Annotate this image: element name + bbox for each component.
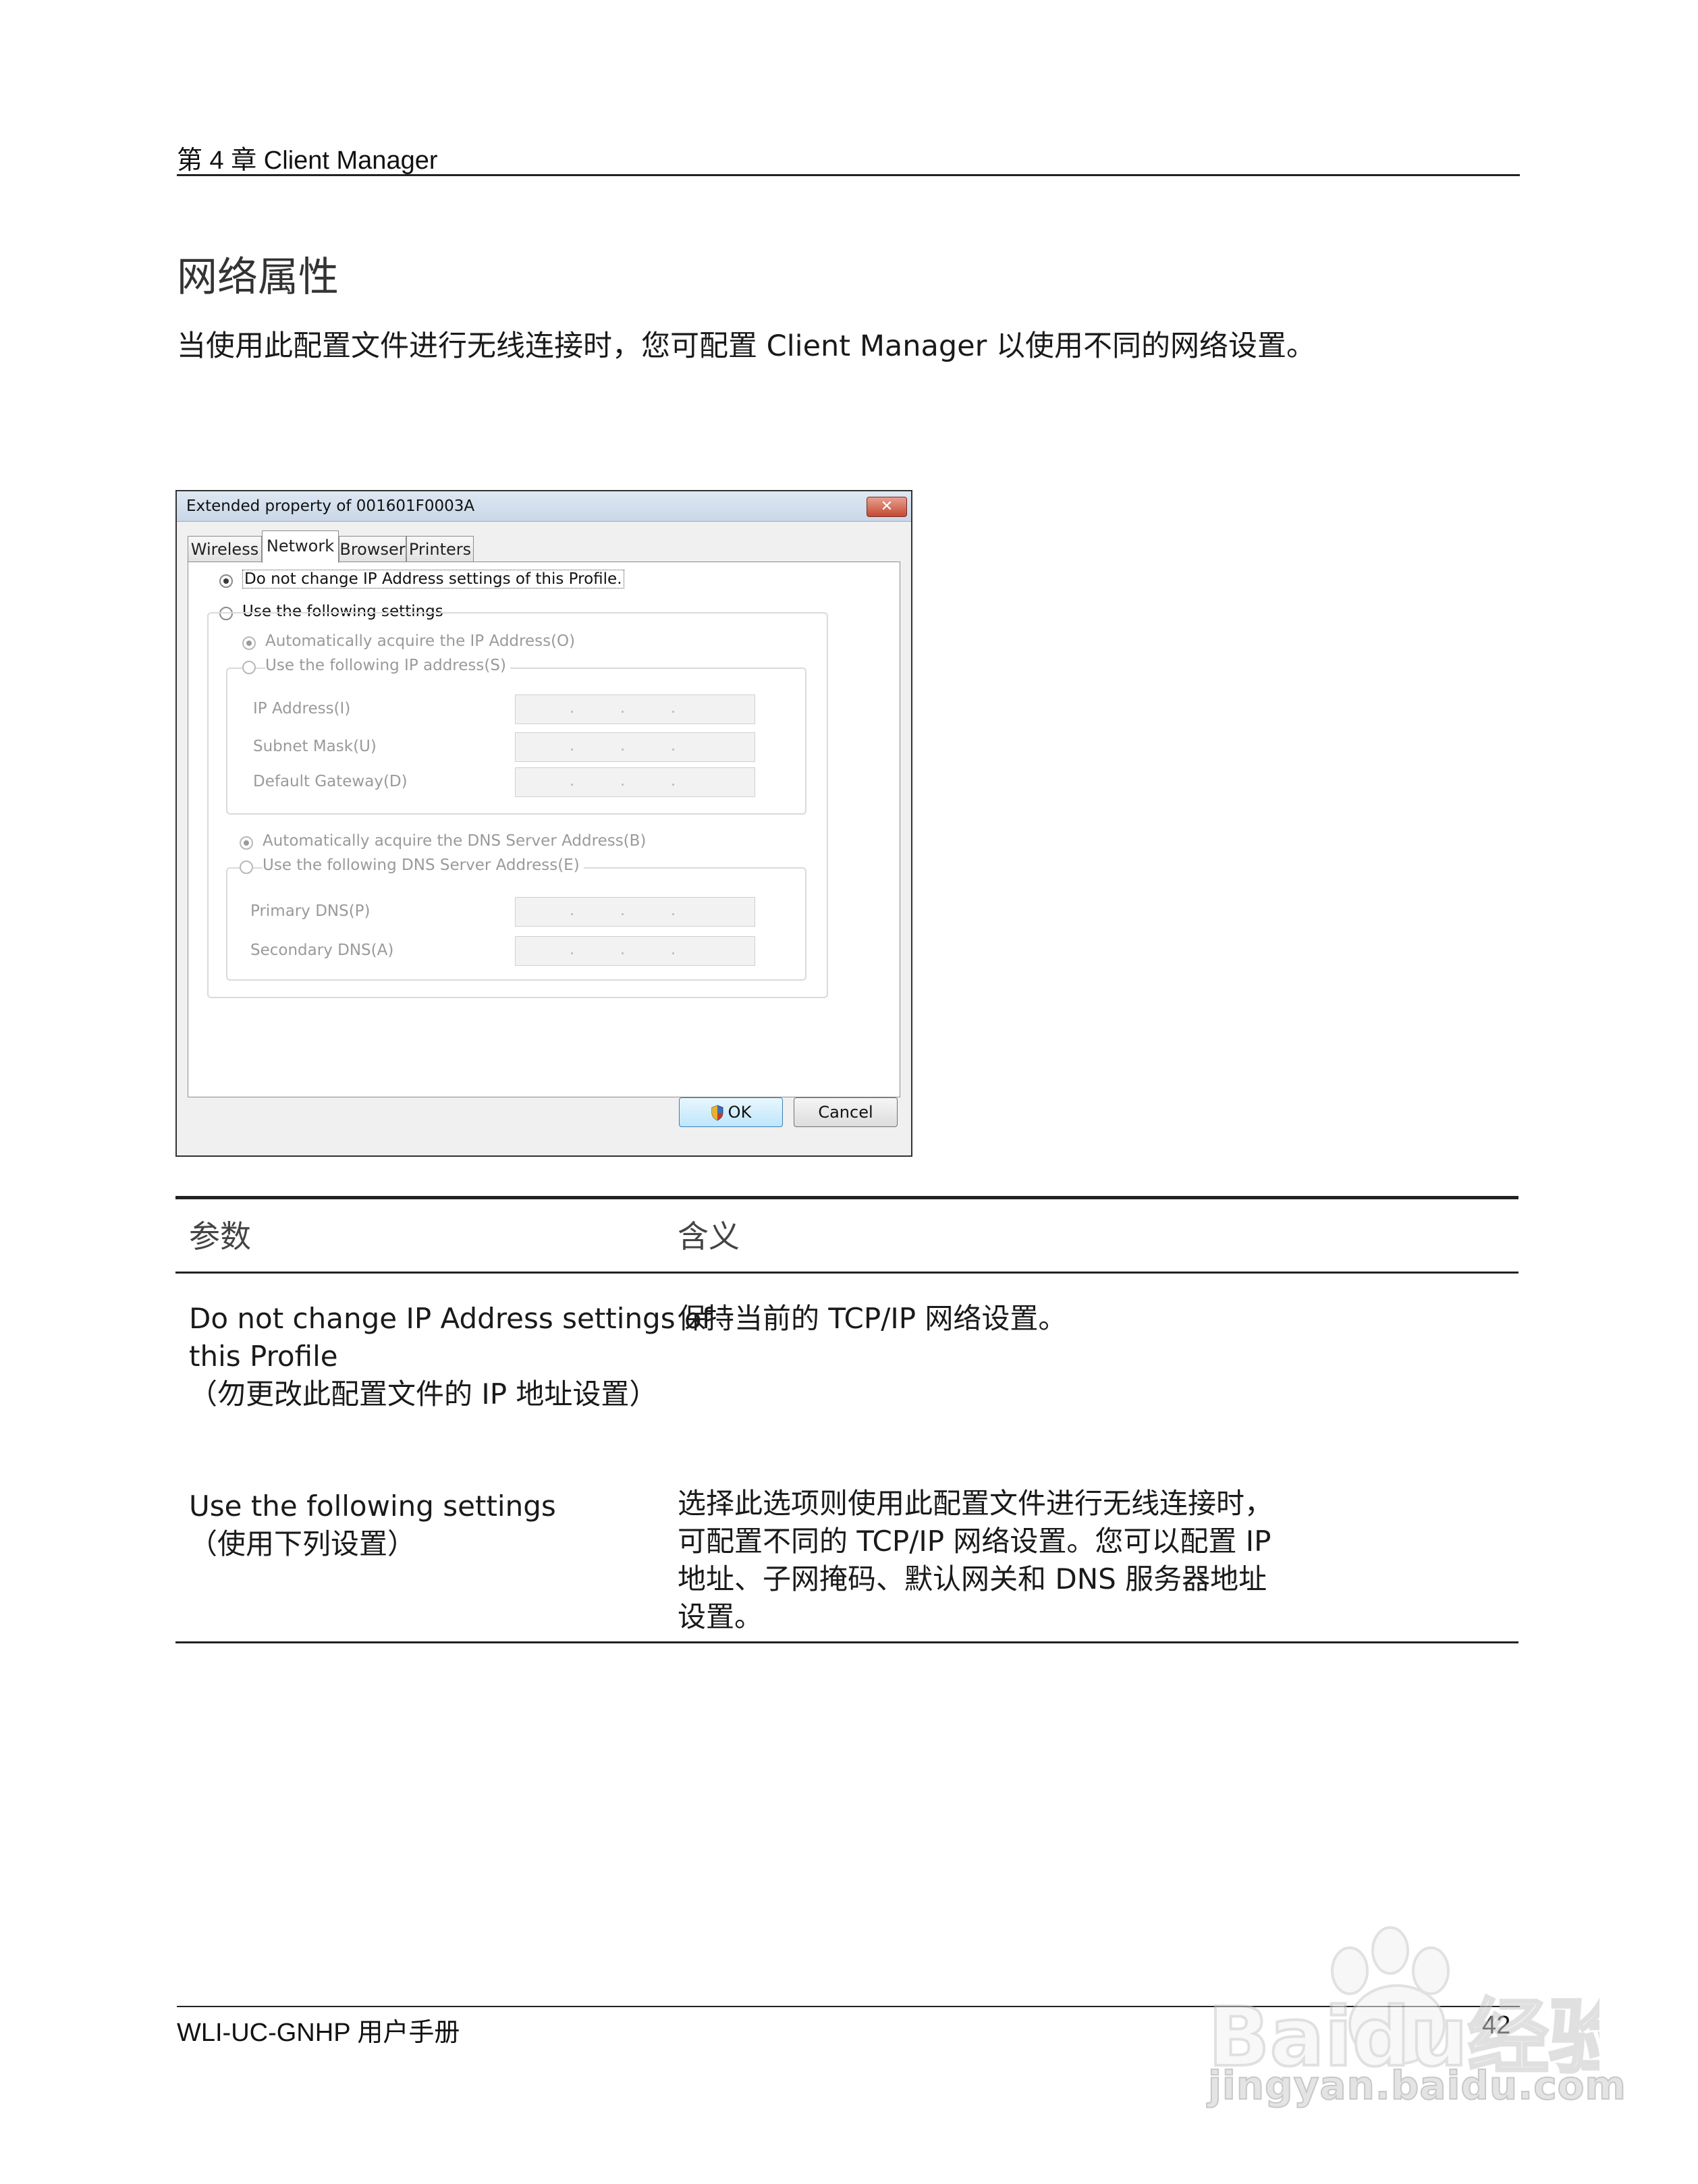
ip-address-label: IP Address(I): [253, 700, 351, 717]
auto-ip-label: Automatically acquire the IP Address(O): [265, 632, 576, 650]
manual-ip-label: Use the following IP address(S): [265, 657, 510, 674]
footer-manual-title: WLI-UC-GNHP 用户手册: [177, 2019, 460, 2047]
param-line: （勿更改此配置文件的 IP 地址设置）: [189, 1377, 658, 1411]
dialog-titlebar: Extended property of 001601F0003A ✕: [177, 491, 911, 522]
chapter-header: 第 4 章 Client Manager: [177, 146, 438, 175]
watermark-url: jingyan.baidu.com: [1207, 2062, 1626, 2109]
dialog-title: Extended property of 001601F0003A: [186, 497, 475, 515]
subnet-mask-label: Subnet Mask(U): [253, 738, 377, 755]
meaning-line: 地址、子网掩码、默认网关和 DNS 服务器地址: [678, 1562, 1267, 1595]
section-title: 网络属性: [177, 254, 339, 301]
manual-ip-radio[interactable]: [242, 661, 256, 674]
manual-dns-label: Use the following DNS Server Address(E): [263, 856, 584, 874]
meaning-line: 选择此选项则使用此配置文件进行无线连接时，: [678, 1487, 1274, 1520]
auto-dns-label: Automatically acquire the DNS Server Add…: [263, 832, 647, 850]
ok-button-label: OK: [728, 1103, 752, 1122]
extended-property-dialog: Extended property of 001601F0003A ✕ Wire…: [175, 490, 912, 1157]
table-row-1-param: Do not change IP Address settings of thi…: [189, 1300, 711, 1413]
ok-button[interactable]: OK: [679, 1097, 783, 1127]
cancel-button[interactable]: Cancel: [794, 1097, 898, 1127]
meaning-line: 设置。: [678, 1600, 763, 1633]
default-gateway-label: Default Gateway(D): [253, 773, 408, 790]
manual-dns-radio[interactable]: [240, 861, 253, 874]
table-header-rule: [175, 1272, 1518, 1274]
auto-ip-radio[interactable]: [242, 636, 256, 650]
meaning-line: 可配置不同的 TCP/IP 网络设置。您可以配置 IP: [678, 1525, 1271, 1558]
subnet-mask-field[interactable]: ...: [515, 732, 755, 762]
auto-dns-radio[interactable]: [240, 836, 253, 850]
header-rule: [177, 174, 1520, 176]
table-row-2-param: Use the following settings （使用下列设置）: [189, 1487, 556, 1563]
ip-address-field[interactable]: ...: [515, 694, 755, 724]
default-gateway-field[interactable]: ...: [515, 767, 755, 797]
table-bottom-rule: [175, 1641, 1518, 1643]
table-top-rule: [175, 1196, 1518, 1199]
secondary-dns-label: Secondary DNS(A): [250, 941, 394, 959]
secondary-dns-field[interactable]: ...: [515, 936, 755, 966]
primary-dns-field[interactable]: ...: [515, 897, 755, 927]
meaning-line: 保持当前的 TCP/IP 网络设置。: [678, 1302, 1067, 1335]
table-header-meaning: 含义: [678, 1218, 740, 1255]
param-line: （使用下列设置）: [189, 1527, 416, 1560]
primary-dns-label: Primary DNS(P): [250, 902, 371, 920]
tab-printers[interactable]: Printers: [406, 536, 474, 562]
param-line: this Profile: [189, 1340, 338, 1373]
intro-paragraph: 当使用此配置文件进行无线连接时，您可配置 Client Manager 以使用不…: [177, 329, 1315, 363]
shield-icon: [711, 1105, 723, 1121]
network-tab-panel: Do not change IP Address settings of thi…: [188, 562, 900, 1097]
param-line: Use the following settings: [189, 1490, 556, 1523]
tab-network[interactable]: Network: [262, 530, 339, 563]
table-row-2-meaning: 选择此选项则使用此配置文件进行无线连接时， 可配置不同的 TCP/IP 网络设置…: [678, 1485, 1273, 1636]
no-change-label[interactable]: Do not change IP Address settings of thi…: [242, 570, 624, 589]
tab-browser[interactable]: Browser: [339, 536, 406, 562]
no-change-label-text: Do not change IP Address settings of thi…: [242, 570, 624, 589]
table-row-1-meaning: 保持当前的 TCP/IP 网络设置。: [678, 1300, 1066, 1338]
no-change-radio[interactable]: [219, 574, 233, 588]
close-icon[interactable]: ✕: [867, 497, 907, 517]
tab-wireless[interactable]: Wireless: [188, 536, 262, 562]
param-line: Do not change IP Address settings of: [189, 1302, 712, 1335]
table-header-param: 参数: [189, 1218, 251, 1255]
